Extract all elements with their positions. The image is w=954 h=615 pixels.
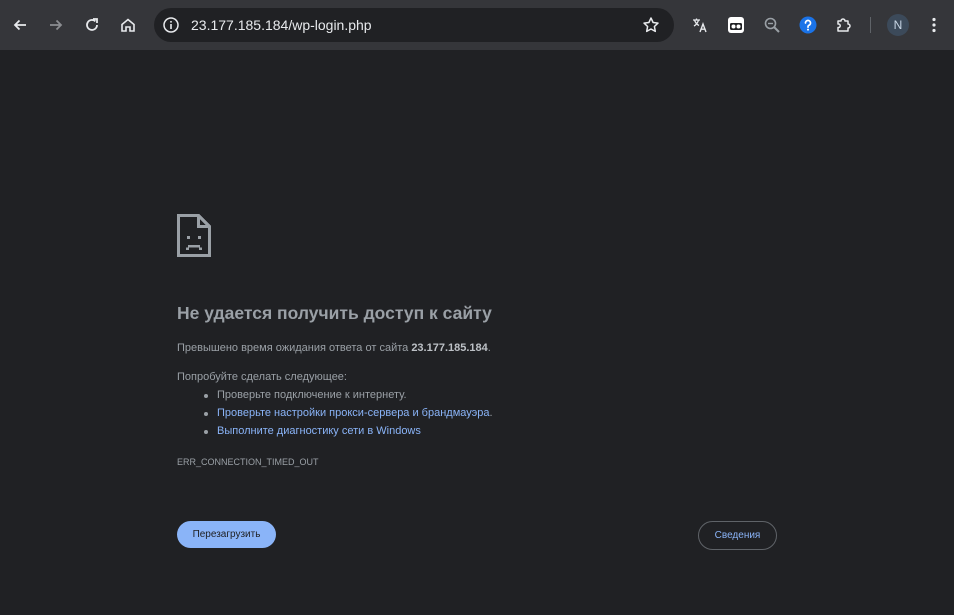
reload-button[interactable]: Перезагрузить bbox=[177, 521, 276, 548]
extensions-button[interactable] bbox=[827, 8, 861, 42]
error-description-text: Превышено время ожидания ответа от сайта bbox=[177, 342, 412, 354]
suggestion-run-diagnostics: Выполните диагностику сети в Windows bbox=[204, 425, 421, 437]
more-vert-icon bbox=[932, 17, 936, 33]
suggestion-check-proxy: Проверьте настройки прокси-сервера и бра… bbox=[204, 407, 493, 419]
help-icon bbox=[799, 16, 817, 34]
address-bar[interactable]: 23.177.185.184/wp-login.php bbox=[154, 8, 674, 42]
back-arrow-icon bbox=[13, 19, 26, 31]
suggestion-suffix: . bbox=[489, 407, 493, 419]
forward-button[interactable] bbox=[39, 8, 73, 42]
info-icon[interactable] bbox=[162, 16, 180, 34]
translate-button[interactable] bbox=[683, 8, 717, 42]
back-button[interactable] bbox=[3, 8, 37, 42]
network-diagnostics-link[interactable]: Выполните диагностику сети в Windows bbox=[217, 425, 421, 437]
reload-icon bbox=[86, 18, 98, 31]
reload-toolbar-button[interactable] bbox=[75, 8, 109, 42]
extensions-puzzle-icon bbox=[837, 18, 851, 32]
translate-icon bbox=[693, 18, 707, 33]
home-icon bbox=[121, 18, 135, 32]
zoom-button[interactable] bbox=[755, 8, 789, 42]
error-page: Не удается получить доступ к сайту Превы… bbox=[0, 50, 954, 615]
toolbar-separator bbox=[870, 17, 871, 33]
browser-toolbar: 23.177.185.184/wp-login.php N bbox=[0, 0, 954, 50]
reader-extension-button[interactable] bbox=[719, 8, 753, 42]
star-icon[interactable] bbox=[642, 16, 660, 34]
zoom-icon bbox=[764, 17, 780, 33]
reader-extension-icon bbox=[728, 17, 744, 33]
error-description: Превышено время ожидания ответа от сайта… bbox=[177, 342, 491, 354]
menu-button[interactable] bbox=[917, 8, 951, 42]
forward-arrow-icon bbox=[50, 19, 63, 31]
error-host: 23.177.185.184 bbox=[411, 342, 488, 354]
suggestion-check-connection: Проверьте подключение к интернету. bbox=[204, 389, 407, 401]
check-proxy-link[interactable]: Проверьте настройки прокси-сервера и бра… bbox=[217, 407, 490, 419]
error-code: ERR_CONNECTION_TIMED_OUT bbox=[177, 457, 319, 467]
details-button[interactable]: Сведения bbox=[698, 521, 777, 550]
error-description-suffix: . bbox=[487, 342, 491, 354]
suggestions-label: Попробуйте сделать следующее: bbox=[177, 371, 347, 383]
url-text[interactable]: 23.177.185.184/wp-login.php bbox=[191, 8, 372, 42]
help-extension-button[interactable] bbox=[791, 8, 825, 42]
profile-avatar[interactable]: N bbox=[887, 14, 909, 36]
error-title: Не удается получить доступ к сайту bbox=[177, 303, 492, 323]
home-button[interactable] bbox=[111, 8, 145, 42]
sad-page-icon bbox=[177, 214, 211, 257]
